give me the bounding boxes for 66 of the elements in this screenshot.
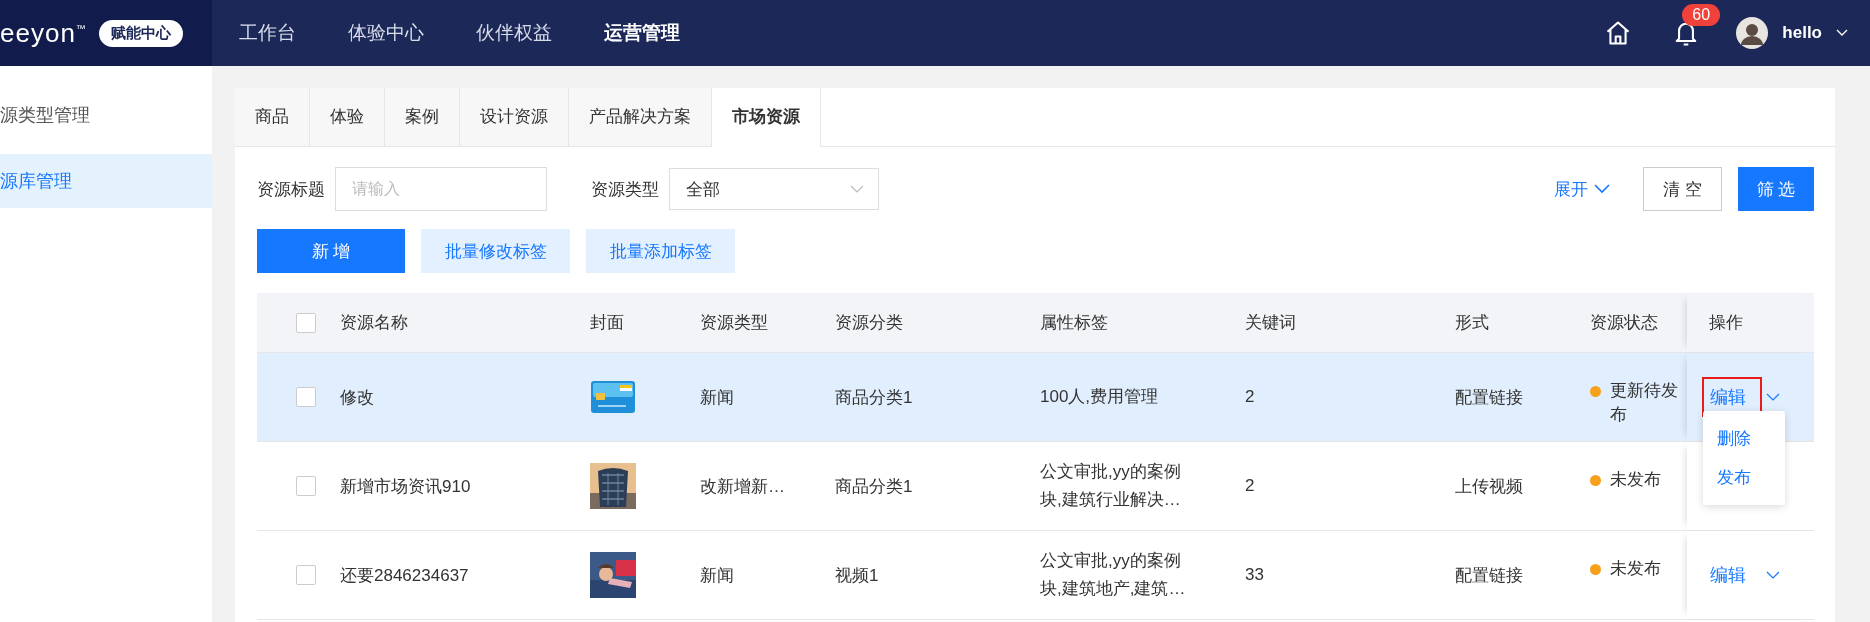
card-icon <box>590 379 636 415</box>
action-button[interactable]: 新 增 <box>257 229 405 273</box>
table-cell: 2 <box>1245 387 1255 407</box>
column-header: 资源名称 <box>340 312 408 334</box>
nav-item[interactable]: 运营管理 <box>604 20 680 46</box>
field-label: 资源标题 <box>257 178 325 201</box>
table-cell-text: 配置链接 <box>1455 564 1523 587</box>
nav-item[interactable]: 工作台 <box>239 20 296 46</box>
table-cell-text: 视频1 <box>835 564 879 587</box>
expand-link[interactable]: 展开 <box>1554 177 1610 201</box>
table-cell-text: 新闻 <box>700 564 734 587</box>
column-header: 关键词 <box>1245 312 1296 334</box>
filter-button[interactable]: 筛 选 <box>1738 167 1814 211</box>
column-header: 资源类型 <box>700 312 768 334</box>
table-cell-text: 商品分类1 <box>835 386 913 409</box>
brand-badge: 赋能中心 <box>98 19 183 47</box>
column-header: 封面 <box>590 312 624 334</box>
sidebar-item[interactable]: 源类型管理 <box>0 88 212 142</box>
logo: eeyon$^{™}$ <box>0 17 87 49</box>
field-label: 资源类型 <box>591 178 659 201</box>
table-row[interactable]: 还要2846234637 新闻 视频1 公文审批,yy的案例块,建筑地产,建筑… 33 配置链接 未发布 编辑 <box>257 531 1814 620</box>
sidebar-item[interactable]: 源库管理 <box>0 154 212 208</box>
table-cell-text: 商品分类1 <box>835 475 913 498</box>
tab[interactable]: 设计资源 <box>460 88 569 146</box>
title-input[interactable]: 请输入 <box>335 167 547 211</box>
table-cell-text: 新增市场资讯910 <box>340 475 471 498</box>
table-cell-text: 新闻 <box>700 386 734 409</box>
table-cell: 2 <box>1245 476 1255 496</box>
row-checkbox[interactable] <box>295 387 316 407</box>
table-cell-text: 100人,费用管理 <box>1040 386 1160 408</box>
menu-item[interactable]: 发布 <box>1703 458 1785 497</box>
select-all-checkbox[interactable] <box>295 312 316 333</box>
table-cell-text: 修改 <box>340 386 374 409</box>
tab[interactable]: 案例 <box>385 88 460 146</box>
tab[interactable]: 商品 <box>235 88 310 146</box>
table-cell-text: 还要2846234637 <box>340 564 469 587</box>
nav-item[interactable]: 体验中心 <box>348 20 424 46</box>
tab[interactable]: 体验 <box>310 88 385 146</box>
table-cell-text: 上传视频 <box>1455 475 1523 498</box>
status-text: 未发布 <box>1610 469 1661 491</box>
table-cell-text: 改新增新… <box>700 475 785 498</box>
clear-button[interactable]: 清 空 <box>1643 167 1722 211</box>
column-header: 资源状态 <box>1590 312 1658 334</box>
row-checkbox[interactable] <box>295 476 316 496</box>
tab[interactable]: 市场资源 <box>712 88 821 147</box>
edit-link[interactable]: 编辑 <box>1702 555 1762 595</box>
notification-badge: 60 <box>1682 4 1721 26</box>
column-header: 操作 <box>1709 312 1743 334</box>
table-cell-text: 公文审批,yy的案例块,建筑行业解决… <box>1040 461 1182 511</box>
table-cell-text: 公文审批,yy的案例块,建筑地产,建筑… <box>1040 550 1187 600</box>
nav-item[interactable]: 伙伴权益 <box>476 20 552 46</box>
column-header: 资源分类 <box>835 312 903 334</box>
avatar[interactable] <box>1736 17 1769 49</box>
table-cell: 33 <box>1245 565 1264 585</box>
tab[interactable]: 产品解决方案 <box>569 88 712 146</box>
status-text: 未发布 <box>1610 558 1661 580</box>
table-cell-text: 配置链接 <box>1455 386 1523 409</box>
row-checkbox[interactable] <box>295 565 316 585</box>
chevron-icon[interactable] <box>1594 184 1610 194</box>
action-button[interactable]: 批量添加标签 <box>586 229 735 273</box>
user-name[interactable]: hello <box>1782 23 1822 43</box>
status-text: 更新待发布 <box>1610 380 1679 426</box>
column-header: 属性标签 <box>1040 312 1108 334</box>
action-button[interactable]: 批量修改标签 <box>421 229 570 273</box>
type-select[interactable]: 全部 <box>669 168 879 210</box>
column-header: 形式 <box>1455 312 1489 334</box>
